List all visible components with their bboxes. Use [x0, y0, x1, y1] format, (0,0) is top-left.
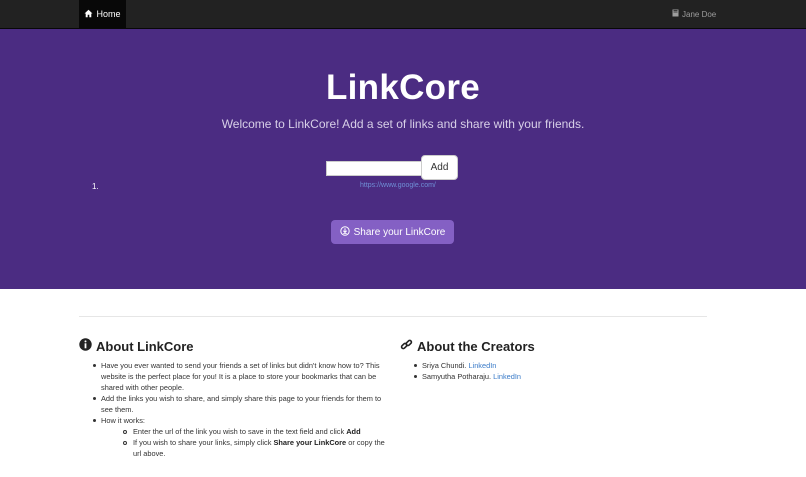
page-title: LinkCore: [325, 68, 481, 107]
saved-link[interactable]: https://www.google.com/: [360, 182, 436, 189]
creator-name: Sriya Chundi.: [422, 361, 467, 370]
download-circle-icon: [339, 225, 350, 239]
about-intro: Have you ever wanted to send your friend…: [91, 360, 387, 393]
about-add-links: Add the links you wish to share, and sim…: [91, 393, 387, 415]
nav-user-label: Jane Doe: [682, 9, 717, 19]
creator-item: Sriya Chundi. LinkedIn: [412, 360, 692, 371]
creator-linkedin-link[interactable]: LinkedIn: [493, 372, 521, 381]
section-divider: [79, 316, 707, 317]
about-list: Have you ever wanted to send your friend…: [91, 360, 387, 459]
step-share-bold: Share your LinkCore: [273, 438, 347, 447]
creator-name: Samyutha Potharaju.: [422, 372, 492, 381]
creators-heading-text: About the Creators: [417, 338, 535, 354]
about-heading-text: About LinkCore: [96, 338, 194, 354]
home-icon: [84, 9, 93, 20]
add-button[interactable]: Add: [421, 155, 458, 180]
welcome-text: Welcome to LinkCore! Add a set of links …: [221, 117, 585, 131]
link-list-number: 1.: [92, 182, 99, 191]
about-heading: About LinkCore: [79, 338, 194, 354]
navbar: Home Jane Doe: [0, 0, 806, 29]
creator-item: Samyutha Potharaju. LinkedIn: [412, 371, 692, 382]
hero-section: LinkCore Welcome to LinkCore! Add a set …: [0, 29, 806, 289]
step-add-bold: Add: [346, 427, 361, 436]
step-share: If you wish to share your links, simply …: [101, 437, 387, 459]
nav-user-link[interactable]: Jane Doe: [672, 0, 716, 28]
link-icon: [400, 338, 413, 354]
creators-heading: About the Creators: [400, 338, 535, 354]
how-it-works-steps: Enter the url of the link you wish to sa…: [101, 426, 387, 459]
how-it-works-label: How it works:: [101, 416, 145, 425]
nav-home-link[interactable]: Home: [79, 0, 126, 28]
about-how-it-works: How it works: Enter the url of the link …: [91, 415, 387, 459]
creator-linkedin-link[interactable]: LinkedIn: [468, 361, 496, 370]
info-circle-icon: [79, 338, 92, 354]
creators-list: Sriya Chundi. LinkedIn Samyutha Potharaj…: [412, 360, 692, 382]
share-linkcore-button[interactable]: Share your LinkCore: [331, 220, 454, 244]
link-url-input[interactable]: [326, 161, 424, 176]
step-share-text: If you wish to share your links, simply …: [133, 438, 274, 447]
step-enter-url: Enter the url of the link you wish to sa…: [101, 426, 387, 437]
book-icon: [672, 9, 679, 19]
nav-home-label: Home: [96, 9, 121, 19]
share-button-label: Share your LinkCore: [353, 226, 446, 238]
step-enter-url-text: Enter the url of the link you wish to sa…: [133, 427, 347, 436]
